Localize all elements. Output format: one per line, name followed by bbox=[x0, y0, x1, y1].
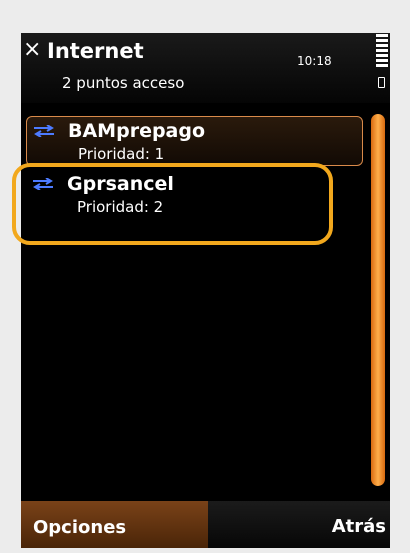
page-title: Internet bbox=[47, 39, 144, 63]
signal-bars-icon bbox=[376, 33, 388, 71]
close-icon[interactable]: × bbox=[23, 39, 43, 61]
access-point-priority: Prioridad: 1 bbox=[78, 145, 165, 163]
list-item-bamprepago[interactable]: BAMprepago Prioridad: 1 bbox=[26, 116, 363, 166]
phone-screen: × Internet 2 puntos acceso 10:18 BAMprep… bbox=[21, 33, 390, 548]
options-softkey-label: Opciones bbox=[33, 517, 127, 538]
scrollbar-thumb[interactable] bbox=[371, 114, 385, 486]
status-header: × Internet 2 puntos acceso 10:18 bbox=[21, 33, 390, 103]
softkey-bar: Opciones Atrás bbox=[21, 501, 390, 548]
access-point-count: 2 puntos acceso bbox=[62, 74, 185, 92]
clock: 10:18 bbox=[297, 54, 332, 68]
scrollbar[interactable] bbox=[370, 114, 387, 486]
highlight-annotation bbox=[12, 163, 333, 245]
back-softkey[interactable]: Atrás bbox=[208, 501, 390, 548]
back-softkey-label: Atrás bbox=[331, 516, 386, 537]
options-softkey[interactable]: Opciones bbox=[21, 501, 208, 548]
battery-icon bbox=[378, 77, 385, 88]
access-point-name: BAMprepago bbox=[68, 120, 206, 142]
device-frame: × Internet 2 puntos acceso 10:18 BAMprep… bbox=[0, 0, 410, 553]
connection-arrows-icon bbox=[34, 125, 54, 137]
